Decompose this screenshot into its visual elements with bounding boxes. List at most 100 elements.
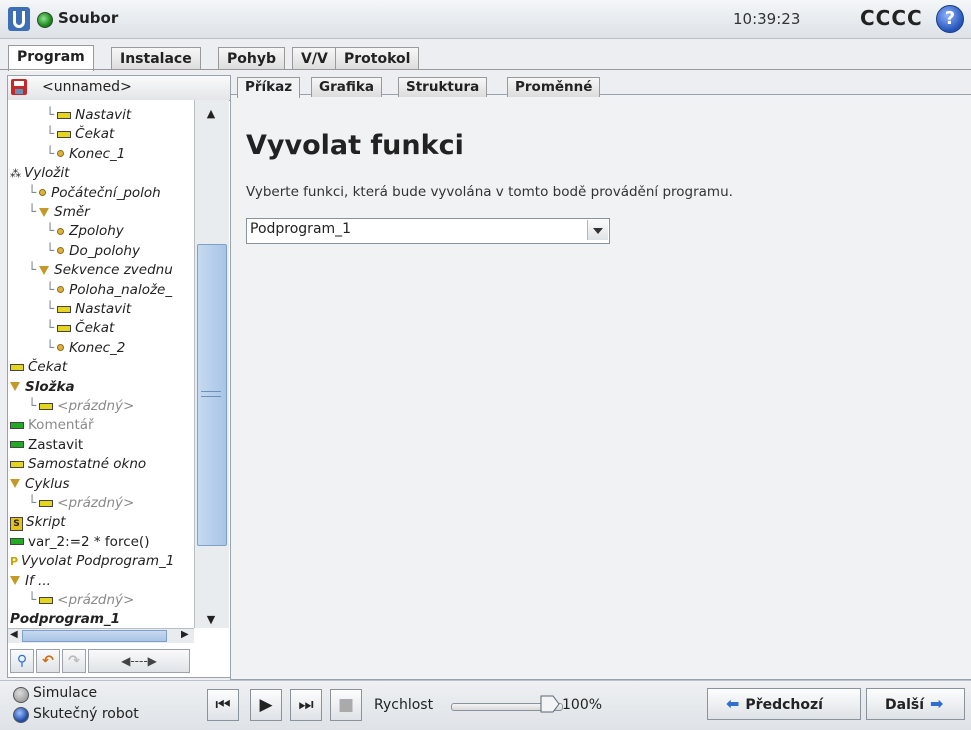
function-select-value[interactable]: Podprogram_1	[250, 221, 351, 237]
tree-node[interactable]: Zastavit	[10, 436, 83, 454]
tree-node[interactable]: └ Sekvence zvednu	[28, 261, 173, 279]
tree-node-label: Počáteční_poloh	[51, 184, 161, 201]
tree-node[interactable]: └ Čekat	[46, 125, 114, 143]
tree-node-label: <prázdný>	[57, 592, 135, 608]
play-icon[interactable]: ▶	[250, 689, 282, 721]
tree-node-label: Složka	[25, 378, 75, 395]
pallet-icon: ⁂	[10, 167, 21, 181]
simulation-radio[interactable]	[13, 687, 29, 703]
real-robot-radio[interactable]	[13, 707, 29, 723]
chevron-down-icon[interactable]	[587, 220, 608, 240]
tab-pohyb[interactable]: Pohyb	[218, 47, 285, 70]
horizontal-scroll-thumb[interactable]	[22, 630, 167, 642]
set-icon	[10, 460, 24, 468]
undo-icon[interactable]: ↶	[36, 649, 60, 673]
tab-prikaz[interactable]: Příkaz	[237, 77, 301, 98]
tree-node[interactable]: ⁂ Vyložit	[10, 164, 69, 182]
command-panel	[230, 94, 971, 680]
tree-node[interactable]: P Vyvolat Podprogram_1	[10, 552, 174, 570]
tree-node[interactable]: Podprogram_1	[10, 610, 120, 628]
tree-node-label: Zastavit	[28, 436, 84, 453]
tree-connector: └	[46, 242, 55, 259]
tree-connector: └	[46, 301, 55, 317]
tree-node-label: Skript	[26, 514, 66, 531]
program-tree[interactable]: └ Nastavit └ Čekat └ Konec_1 ⁂ Vyložit └ Počátečn…	[8, 100, 194, 628]
set-icon	[57, 305, 72, 313]
set-icon	[57, 130, 72, 138]
tree-node-label: Vyložit	[24, 165, 70, 182]
tree-node[interactable]: └ Konec_2	[46, 339, 125, 357]
rewind-icon[interactable]: ⏮	[207, 689, 239, 721]
tab-struktura[interactable]: Struktura	[398, 77, 488, 97]
tree-node[interactable]: └ Do_polohy	[46, 242, 140, 260]
help-icon[interactable]: ?	[936, 5, 964, 33]
folder-icon	[39, 265, 50, 275]
tree-node[interactable]: Cyklus	[10, 475, 70, 493]
tree-node[interactable]: └ Směr	[28, 203, 90, 221]
tree-node[interactable]: Čekat	[10, 358, 67, 376]
tab-instalace[interactable]: Instalace	[111, 47, 201, 70]
tab-vv[interactable]: V/V	[292, 47, 337, 70]
tree-node[interactable]: └ Čekat	[46, 319, 114, 337]
tree-node[interactable]: └ Nastavit	[46, 106, 131, 124]
tree-node[interactable]: Samostatné okno	[10, 455, 146, 473]
tab-grafika[interactable]: Grafika	[311, 77, 382, 97]
scroll-right-icon[interactable]: ▶	[181, 629, 189, 640]
tree-node[interactable]: var_2:=2 * force()	[10, 533, 149, 551]
file-status-icon[interactable]	[37, 12, 53, 28]
stop-icon[interactable]: ■	[330, 689, 362, 721]
tree-connector: └	[46, 223, 55, 240]
move-node-icon[interactable]: ◀----▶	[88, 649, 190, 673]
command-icon	[10, 421, 24, 429]
tree-node[interactable]: └ Nastavit	[46, 300, 131, 318]
search-icon[interactable]: ⚲	[10, 649, 34, 673]
tree-node-label: Nastavit	[75, 107, 132, 123]
set-icon	[39, 402, 54, 410]
tree-connector: └	[28, 204, 37, 220]
next-button[interactable]: Další ➡	[866, 688, 965, 720]
simulation-label[interactable]: Simulace	[33, 685, 97, 701]
real-robot-label[interactable]: Skutečný robot	[33, 706, 139, 722]
step-icon[interactable]: ⏭	[290, 689, 322, 721]
robot-name: CCCC	[860, 6, 923, 30]
speed-value: 100%	[562, 697, 603, 713]
waypoint-icon	[39, 189, 47, 197]
tree-node[interactable]: └ <prázdný>	[28, 397, 134, 415]
tree-node-label: If ...	[25, 572, 51, 589]
file-menu[interactable]: Soubor	[58, 9, 118, 27]
tab-program[interactable]: Program	[8, 45, 94, 71]
tab-protokol[interactable]: Protokol	[335, 47, 420, 70]
set-icon	[10, 363, 24, 371]
tree-node-label: Samostatné okno	[28, 456, 147, 473]
page-title: Vyvolat funkci	[246, 130, 464, 161]
tree-node-label: var_2:=2 * force()	[28, 533, 150, 550]
scroll-left-icon[interactable]: ◀	[10, 629, 18, 640]
tree-node-label: Nastavit	[75, 301, 132, 317]
tree-connector: └	[28, 495, 37, 511]
tree-node-label: <prázdný>	[57, 495, 135, 511]
scroll-up-icon[interactable]: ▲	[196, 103, 226, 125]
tree-node[interactable]: └ Zpolohy	[46, 222, 124, 240]
tree-connector: └	[46, 126, 55, 143]
tree-node[interactable]: └ Poloha_nalože_	[46, 281, 172, 299]
arrow-right-icon: ➡	[930, 694, 944, 713]
redo-icon[interactable]: ↷	[62, 649, 86, 673]
tree-node[interactable]: └ <prázdný>	[28, 591, 134, 609]
top-bar	[0, 0, 971, 39]
tree-node-label: Zpolohy	[69, 223, 124, 240]
tree-node[interactable]: Komentář	[10, 416, 94, 434]
scroll-grip	[201, 391, 221, 397]
tree-node[interactable]: └ Počáteční_poloh	[28, 184, 161, 202]
previous-button[interactable]: ⬅ Předchozí	[707, 688, 861, 720]
speed-slider-handle[interactable]	[540, 695, 560, 713]
tree-node-label: Sekvence zvednu	[54, 262, 173, 279]
tree-node[interactable]: Složka	[10, 378, 75, 396]
tree-node[interactable]: S Skript	[10, 513, 66, 532]
tree-node[interactable]: If ...	[10, 572, 51, 590]
save-icon[interactable]	[11, 79, 27, 95]
next-label: Další	[885, 697, 924, 713]
scroll-down-icon[interactable]: ▼	[196, 611, 226, 629]
tree-node[interactable]: └ <prázdný>	[28, 494, 134, 512]
tab-promenne[interactable]: Proměnné	[507, 77, 601, 97]
tree-node[interactable]: └ Konec_1	[46, 145, 125, 163]
